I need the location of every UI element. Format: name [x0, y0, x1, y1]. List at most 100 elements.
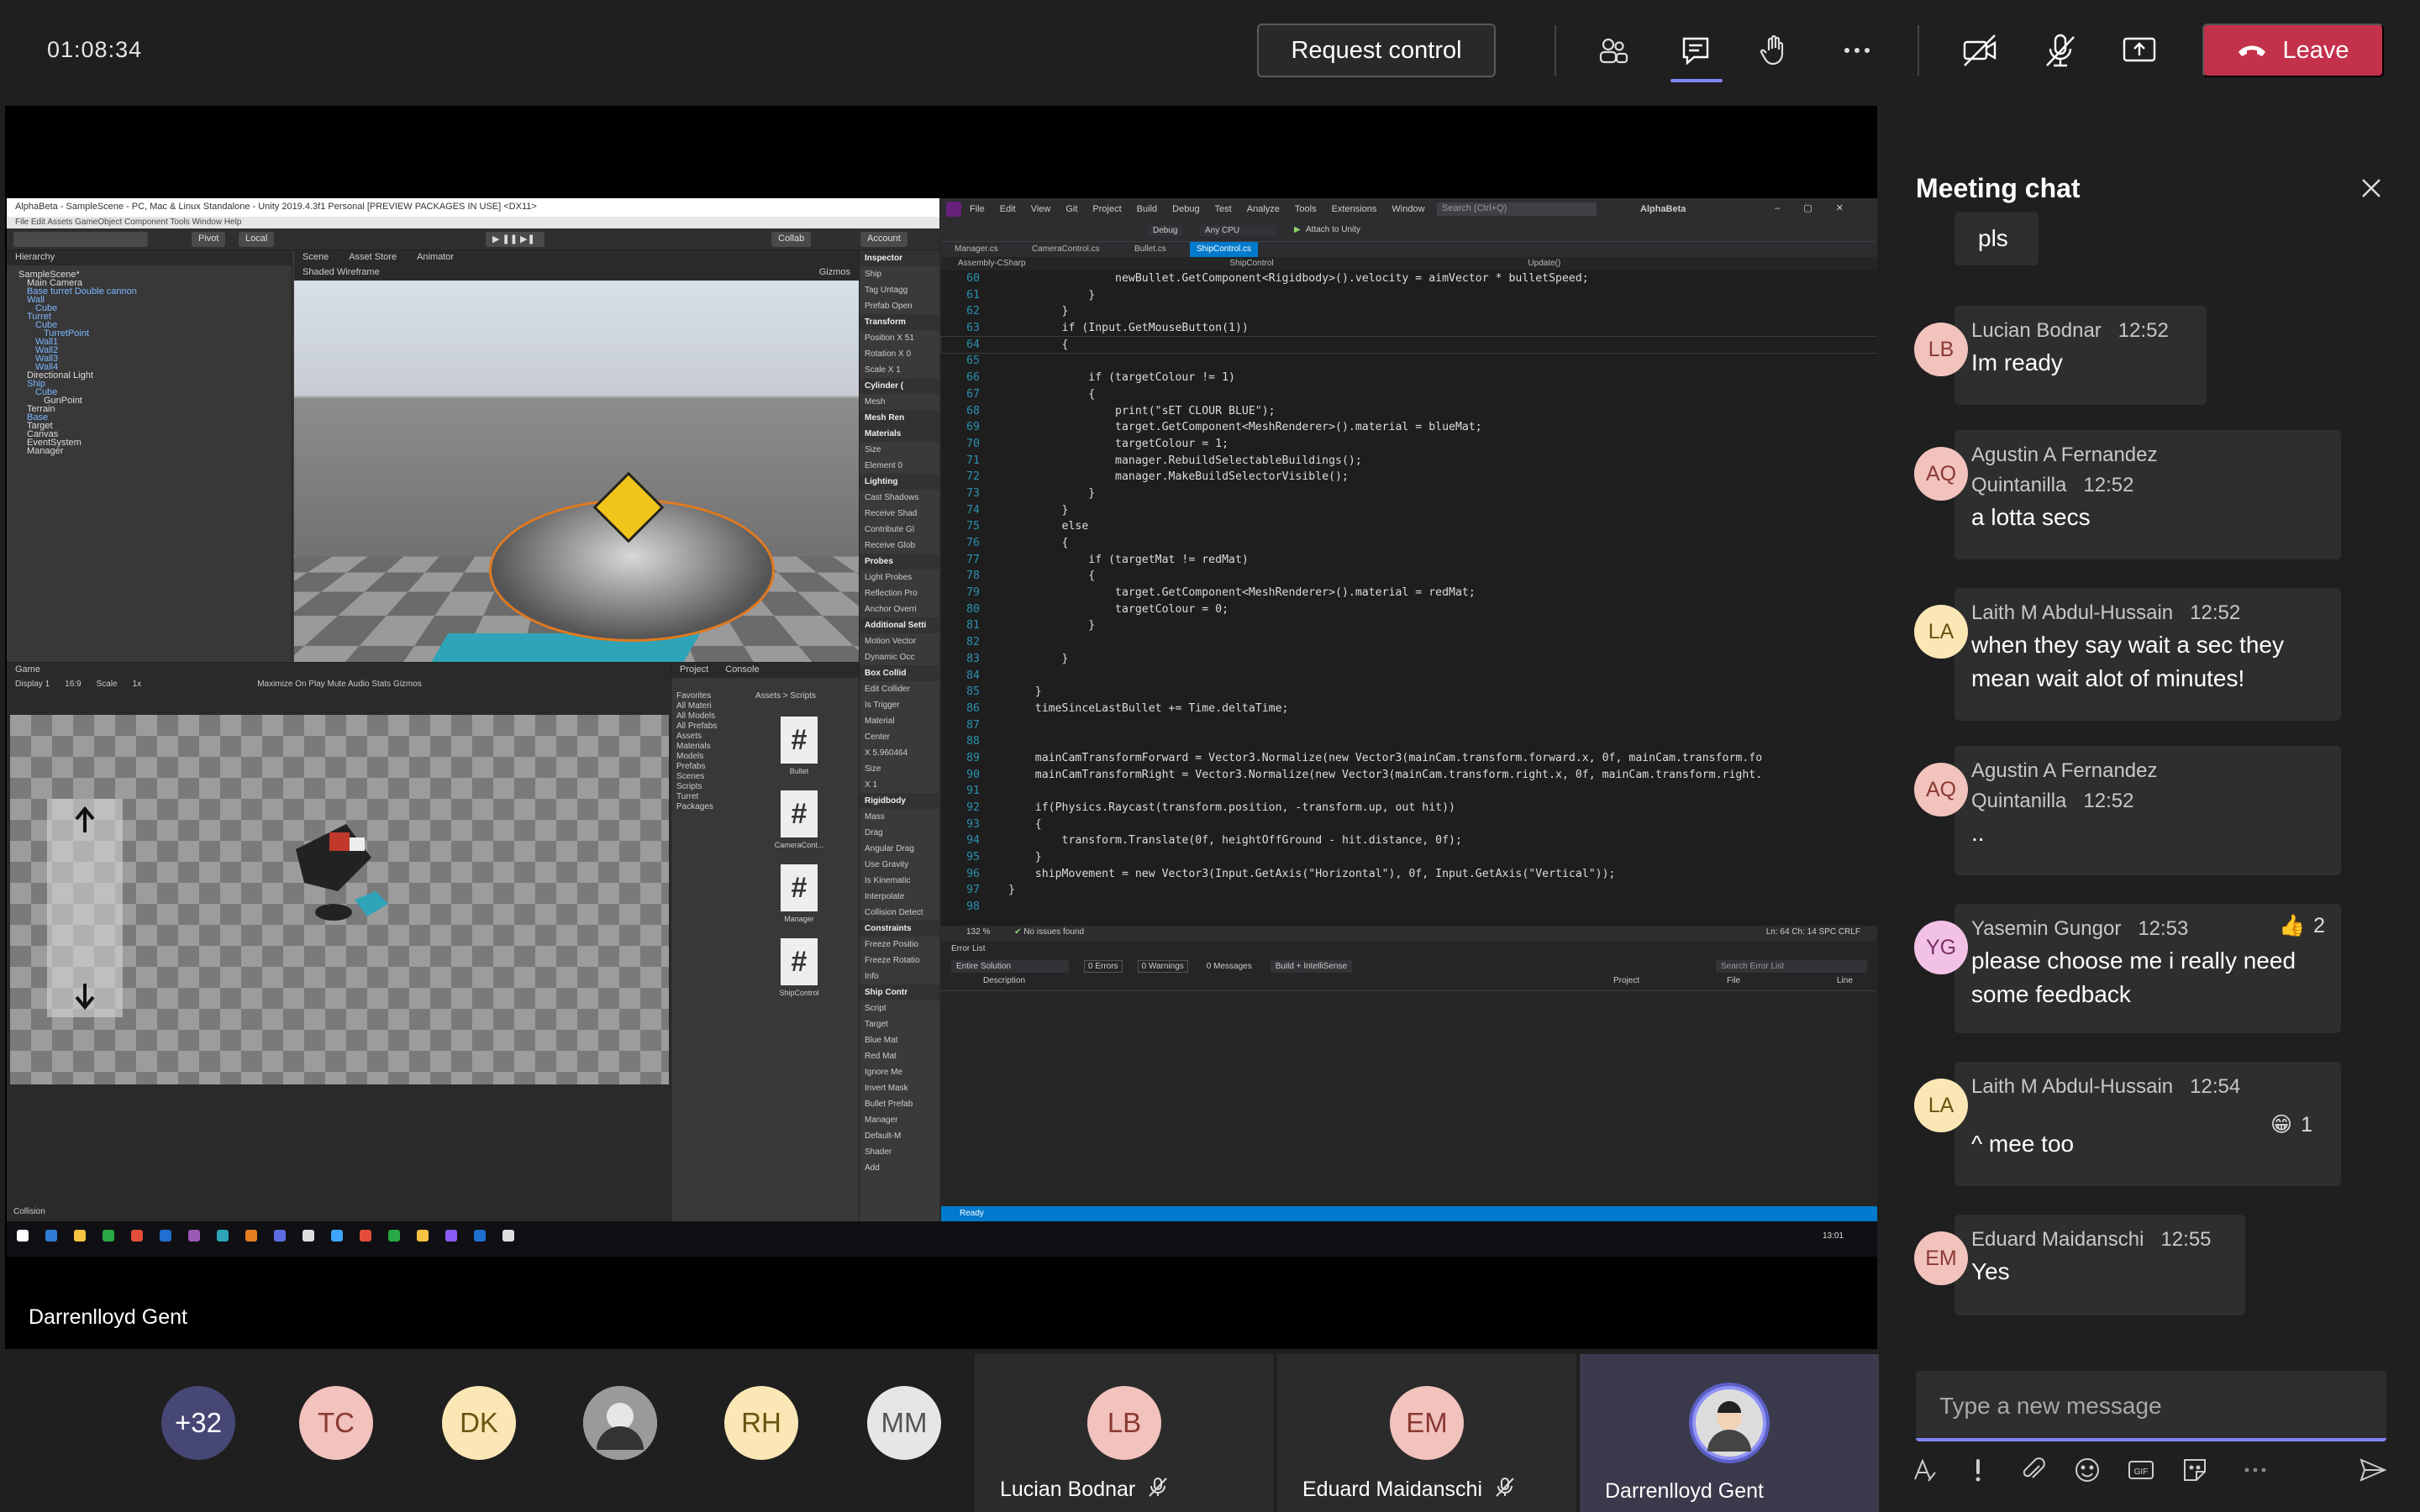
people-icon[interactable]	[1593, 30, 1634, 71]
script-file-icon[interactable]: #	[781, 790, 818, 837]
message-reaction[interactable]: 😁 1	[2270, 1112, 2312, 1137]
chat-message[interactable]: Lucian Bodnar 12:52 Im ready	[1954, 306, 2207, 405]
vs-menu-item[interactable]: File	[970, 204, 985, 214]
participant-tile[interactable]: LB Lucian Bodnar	[975, 1354, 1274, 1512]
taskbar-app-icon[interactable]	[160, 1230, 171, 1242]
vs-menu-item[interactable]: Debug	[1172, 204, 1199, 214]
project-tree-item[interactable]: Assets	[676, 732, 752, 742]
hierarchy-item[interactable]: Terrain	[7, 405, 292, 414]
sticker-icon[interactable]	[2178, 1453, 2212, 1487]
hierarchy-item[interactable]: Base turret Double cannon	[7, 287, 292, 297]
taskbar-app-icon[interactable]	[17, 1230, 29, 1242]
chat-message[interactable]: Laith M Abdul-Hussain 12:52 when they say …	[1954, 588, 2341, 721]
taskbar-app-icon[interactable]	[388, 1230, 400, 1242]
vs-menu-item[interactable]: Window	[1392, 204, 1424, 214]
participant-avatar[interactable]: MM	[867, 1386, 941, 1460]
more-compose-options-icon[interactable]	[2238, 1453, 2272, 1487]
project-tree-item[interactable]: All Materi	[676, 701, 752, 711]
chat-avatar[interactable]: AQ	[1914, 447, 1968, 501]
taskbar-app-icon[interactable]	[274, 1230, 286, 1242]
taskbar-app-icon[interactable]	[217, 1230, 229, 1242]
compose-box[interactable]	[1916, 1371, 2386, 1441]
taskbar-app-icon[interactable]	[302, 1230, 314, 1242]
send-icon[interactable]	[2356, 1453, 2390, 1487]
project-tree-item[interactable]: Scripts	[676, 782, 752, 792]
vs-menu-item[interactable]: Tools	[1295, 204, 1317, 214]
chat-message[interactable]: pls	[1954, 212, 2039, 265]
project-tree-item[interactable]: All Models	[676, 711, 752, 722]
important-icon[interactable]	[1961, 1453, 1995, 1487]
taskbar-app-icon[interactable]	[502, 1230, 514, 1242]
project-tree-item[interactable]: Turret	[676, 792, 752, 802]
hierarchy-item[interactable]: Manager	[7, 447, 292, 456]
leave-button[interactable]: Leave	[2202, 24, 2384, 77]
chat-message[interactable]: Agustin A Fernandez Quintanilla 12:52..	[1954, 746, 2341, 875]
chat-message[interactable]: Eduard Maidanschi 12:55 Yes	[1954, 1215, 2245, 1315]
vs-menu-item[interactable]: Test	[1215, 204, 1232, 214]
emoji-icon[interactable]	[2070, 1453, 2104, 1487]
project-tree-item[interactable]: Models	[676, 752, 752, 762]
participant-name-row: Eduard Maidanschi	[1302, 1476, 1516, 1504]
vs-menu-item[interactable]: View	[1031, 204, 1051, 214]
participant-tile[interactable]: EM Eduard Maidanschi	[1277, 1354, 1576, 1512]
participant-tile[interactable]: Darrenlloyd Gent	[1580, 1354, 1879, 1512]
chat-avatar[interactable]: LA	[1914, 1079, 1968, 1132]
participant-avatar[interactable]	[583, 1386, 657, 1460]
taskbar-app-icon[interactable]	[74, 1230, 86, 1242]
chat-avatar[interactable]: LB	[1914, 323, 1968, 376]
vs-menu-item[interactable]: Build	[1137, 204, 1157, 214]
camera-off-icon[interactable]	[1960, 30, 2000, 71]
taskbar-app-icon[interactable]	[445, 1230, 457, 1242]
taskbar-app-icon[interactable]	[131, 1230, 143, 1242]
participant-avatar[interactable]: DK	[442, 1386, 516, 1460]
taskbar-app-icon[interactable]	[360, 1230, 371, 1242]
message-reaction[interactable]: 👍 2	[2279, 914, 2325, 938]
script-file-icon[interactable]: #	[781, 938, 818, 985]
project-tree-item[interactable]: Favorites	[676, 691, 752, 701]
project-tree-item[interactable]: Prefabs	[676, 762, 752, 772]
close-icon[interactable]	[2356, 173, 2386, 203]
chat-avatar[interactable]: EM	[1914, 1231, 1968, 1285]
taskbar-app-icon[interactable]	[245, 1230, 257, 1242]
taskbar-app-icon[interactable]	[45, 1230, 57, 1242]
vs-menu-item[interactable]: Git	[1065, 204, 1077, 214]
participant-avatar[interactable]: TC	[299, 1386, 373, 1460]
project-tree-item[interactable]: Packages	[676, 802, 752, 812]
hierarchy-item[interactable]: Directional Light	[7, 371, 292, 381]
format-icon[interactable]	[1907, 1453, 1941, 1487]
vs-menu-item[interactable]: Edit	[1000, 204, 1016, 214]
taskbar-app-icon[interactable]	[188, 1230, 200, 1242]
vs-document-tab[interactable]: ShipControl.cs	[1190, 242, 1259, 257]
raise-hand-icon[interactable]	[1754, 30, 1795, 71]
participant-avatar[interactable]: RH	[724, 1386, 798, 1460]
script-file-icon[interactable]: #	[781, 717, 818, 764]
vs-menu-item[interactable]: Project	[1092, 204, 1121, 214]
taskbar-app-icon[interactable]	[331, 1230, 343, 1242]
more-options-icon[interactable]	[1837, 30, 1877, 71]
chat-icon[interactable]	[1676, 30, 1716, 71]
vs-document-tab[interactable]: Bullet.cs	[1128, 242, 1173, 257]
request-control-button[interactable]: Request control	[1257, 24, 1496, 77]
share-screen-icon[interactable]	[2119, 30, 2160, 71]
gif-icon[interactable]: GIF	[2124, 1453, 2158, 1487]
mic-off-icon[interactable]	[2040, 30, 2081, 71]
vs-document-tab[interactable]: CameraControl.cs	[1025, 242, 1107, 257]
vs-menu-item[interactable]: Extensions	[1332, 204, 1377, 214]
taskbar-app-icon[interactable]	[103, 1230, 114, 1242]
vs-document-tab[interactable]: Manager.cs	[948, 242, 1005, 257]
project-tree-item[interactable]: Scenes	[676, 772, 752, 782]
taskbar-app-icon[interactable]	[417, 1230, 429, 1242]
taskbar-app-icon[interactable]	[474, 1230, 486, 1242]
script-file-icon[interactable]: #	[781, 864, 818, 911]
project-tree-item[interactable]: Materials	[676, 742, 752, 752]
attach-icon[interactable]	[2017, 1453, 2050, 1487]
chat-avatar[interactable]: YG	[1914, 921, 1968, 974]
project-tree-item[interactable]: All Prefabs	[676, 722, 752, 732]
message-input[interactable]	[1939, 1389, 2360, 1423]
chat-message[interactable]: Agustin A Fernandez Quintanilla 12:52 a lo…	[1954, 430, 2341, 559]
vs-menu-item[interactable]: Analyze	[1247, 204, 1280, 214]
chat-avatar[interactable]: LA	[1914, 605, 1968, 659]
overflow-participants-button[interactable]: +32	[161, 1386, 235, 1460]
chat-avatar[interactable]: AQ	[1914, 763, 1968, 816]
script-file-label: CameraCont...	[774, 841, 824, 849]
